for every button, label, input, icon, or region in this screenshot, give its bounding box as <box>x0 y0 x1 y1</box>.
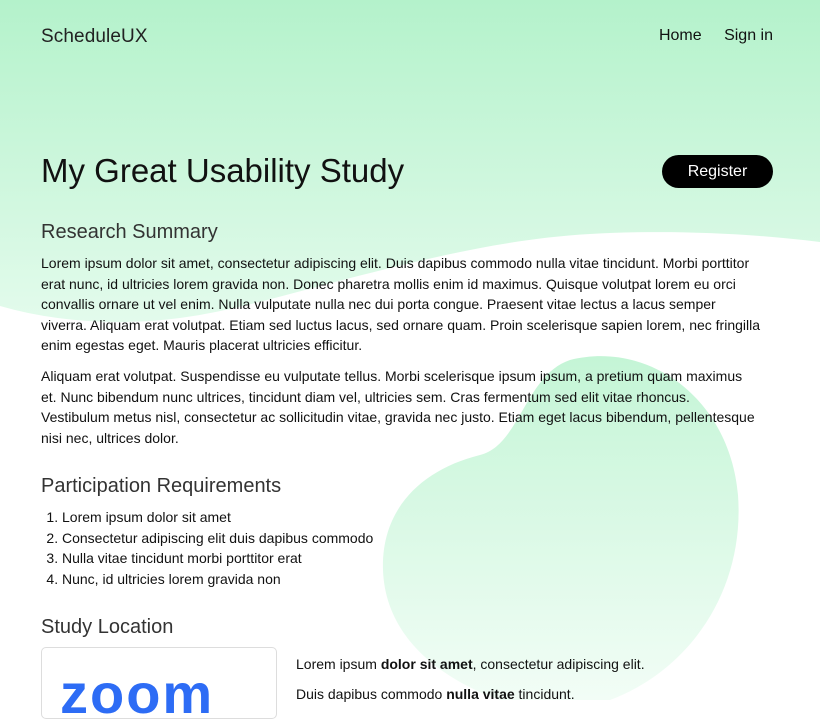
study-location-heading: Study Location <box>41 616 174 638</box>
research-summary-paragraph-2: Aliquam erat volutpat. Suspendisse eu vu… <box>41 368 755 446</box>
register-button[interactable]: Register <box>662 155 773 188</box>
nav-links: Home Sign in <box>641 27 773 45</box>
page-title: My Great Usability Study <box>41 152 405 189</box>
location-line-1: Lorem ipsum dolor sit amet, consectetur … <box>296 656 645 672</box>
nav-home-link[interactable]: Home <box>659 27 702 44</box>
location-line-1-bold: dolor sit amet <box>380 656 473 672</box>
location-logo-card: zoom <box>41 647 277 719</box>
location-line-1-pre: Lorem ipsum <box>296 656 381 672</box>
top-nav: ScheduleUX Home Sign in <box>41 26 773 50</box>
requirements-list: Lorem ipsum dolor sit amet Consectetur a… <box>41 507 373 589</box>
requirement-item: Nulla vitae tincidunt morbi porttitor er… <box>62 548 373 569</box>
location-line-1-post: , consectetur adipiscing elit. <box>472 656 645 672</box>
requirement-item: Consectetur adipiscing elit duis dapibus… <box>62 528 373 549</box>
requirement-item: Nunc, id ultricies lorem gravida non <box>62 569 373 590</box>
requirement-item: Lorem ipsum dolor sit amet <box>62 507 373 528</box>
research-summary-paragraph-1: Lorem ipsum dolor sit amet, consectetur … <box>41 255 761 354</box>
research-summary-heading: Research Summary <box>41 221 218 243</box>
zoom-logo: zoom <box>60 662 215 719</box>
nav-sign-in-link[interactable]: Sign in <box>724 27 773 44</box>
participation-requirements-heading: Participation Requirements <box>41 475 282 497</box>
brand-logo[interactable]: ScheduleUX <box>41 26 148 48</box>
